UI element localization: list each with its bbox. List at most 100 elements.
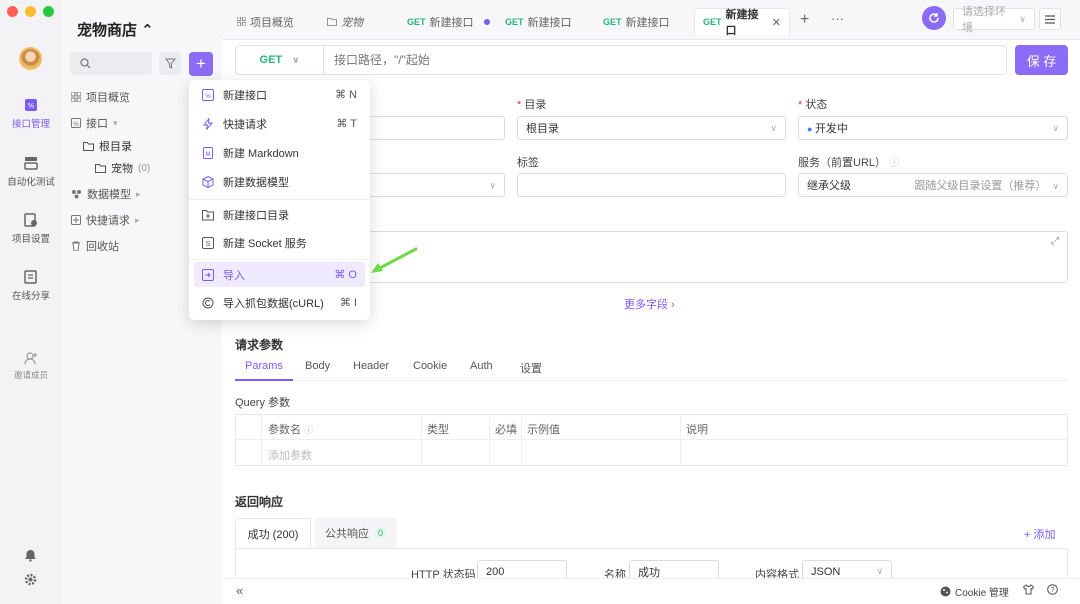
menu-item-new-markdown[interactable]: M 新建 Markdown	[194, 140, 365, 165]
url-path-input[interactable]	[334, 53, 934, 67]
tab-pets[interactable]: 宠物	[327, 8, 363, 35]
filter-button[interactable]	[159, 52, 181, 75]
tab-new-api-1[interactable]: GET 新建接口	[407, 8, 490, 35]
cookie-manager-button[interactable]: Cookie 管理	[940, 584, 1009, 599]
tree-item-models[interactable]: 数据模型 ▸	[71, 186, 141, 202]
tab-new-api-3[interactable]: GET 新建接口	[603, 8, 670, 35]
menu-item-new-socket[interactable]: S 新建 Socket 服务	[194, 230, 365, 255]
method-select[interactable]: GET ∨	[236, 46, 324, 74]
menu-separator	[189, 259, 370, 260]
name-field[interactable]	[355, 116, 505, 140]
nav-project-settings[interactable]: 项目设置	[0, 213, 62, 245]
add-param-input[interactable]: 添加参数	[268, 447, 312, 463]
divider	[235, 380, 1068, 381]
save-button[interactable]: 保 存	[1015, 45, 1068, 75]
dir-label: * 目录	[517, 99, 547, 111]
tab-settings[interactable]: 设置	[520, 360, 542, 376]
tab-response-success[interactable]: 成功 (200)	[235, 518, 311, 548]
tab-label: 宠物	[341, 16, 363, 29]
tree-label: 数据模型	[87, 189, 131, 201]
column-header: 参数名 ⓘ	[268, 424, 314, 436]
tree-search-input[interactable]	[70, 52, 152, 75]
folder-icon	[83, 142, 94, 151]
method-badge: GET	[505, 16, 524, 27]
api-doc-icon: %	[202, 88, 214, 101]
import-icon	[202, 268, 214, 281]
tab-new-api-2[interactable]: GET 新建接口	[505, 8, 572, 35]
menu-item-import[interactable]: 导入 ⌘ O	[194, 262, 365, 287]
folder-icon	[327, 17, 337, 26]
more-tabs-icon[interactable]: ···	[831, 11, 844, 26]
env-select[interactable]: 请选择环境 ∨	[953, 6, 1035, 34]
new-tab-plus-icon[interactable]: +	[800, 11, 809, 29]
chevron-down-icon: ∨	[292, 54, 300, 65]
column-header: 示例值	[527, 424, 560, 436]
tags-input[interactable]	[517, 173, 786, 197]
service-select[interactable]: 继承父级 跟随父级目录设置（推荐） ∨	[798, 173, 1068, 197]
help-icon[interactable]: ?	[1047, 584, 1058, 595]
tab-response-common[interactable]: 公共响应 0	[314, 518, 397, 548]
column-header: 必填	[495, 424, 517, 436]
avatar[interactable]	[19, 47, 42, 70]
dir-select[interactable]: 根目录 ∨	[517, 116, 786, 140]
tree-item-api[interactable]: % 接口 ▾	[71, 115, 118, 131]
menu-item-new-folder[interactable]: 新建接口目录	[194, 202, 365, 227]
tab-auth[interactable]: Auth	[470, 360, 493, 372]
nav-invite[interactable]: 邀请成员	[0, 351, 62, 381]
minimize-window-button[interactable]	[25, 6, 36, 17]
tree-label: 回收站	[86, 241, 119, 253]
menu-item-quick-request[interactable]: 快捷请求 ⌘ T	[194, 111, 365, 136]
svg-text:S: S	[206, 241, 211, 248]
close-icon[interactable]: ✕	[772, 16, 781, 29]
menu-item-import-curl[interactable]: 导入抓包数据(cURL) ⌘ I	[194, 290, 365, 315]
add-response-button[interactable]: + 添加	[1024, 526, 1055, 542]
tab-new-api-active[interactable]: GET 新建接口 ✕	[694, 8, 790, 37]
query-params-title: Query 参数	[235, 397, 291, 409]
chevron-down-icon: ∨	[876, 566, 883, 576]
maximize-window-button[interactable]	[43, 6, 54, 17]
method-badge: GET	[407, 16, 426, 27]
tab-label: 项目概览	[250, 16, 294, 29]
env-menu-button[interactable]	[1039, 8, 1061, 30]
more-fields-link[interactable]: 更多字段 ›	[624, 296, 675, 312]
tree-item-trash[interactable]: 回收站	[71, 238, 119, 254]
sync-button[interactable]	[922, 6, 946, 30]
status-dot-icon: ●	[807, 124, 815, 134]
description-textarea[interactable]: ⤢	[355, 231, 1068, 283]
status-label: * 状态	[798, 99, 828, 111]
sync-icon	[929, 13, 939, 23]
tab-body[interactable]: Body	[305, 360, 330, 372]
tab-overview[interactable]: 项目概览	[237, 8, 294, 35]
method-label: GET	[259, 54, 283, 66]
close-window-button[interactable]	[7, 6, 18, 17]
tree-item-pets[interactable]: 宠物 (0)	[95, 160, 150, 176]
help-icon: ⓘ	[889, 158, 900, 169]
add-button[interactable]: +	[189, 52, 213, 76]
nav-label: 邀请成员	[13, 370, 48, 380]
tree-item-overview[interactable]: 项目概览	[71, 89, 130, 105]
nav-auto-test[interactable]: 自动化测试	[0, 156, 62, 188]
chevron-down-icon: ∨	[489, 179, 496, 190]
menu-item-new-api[interactable]: % 新建接口 ⌘ N	[194, 82, 365, 107]
owner-select[interactable]: ∨	[355, 173, 505, 197]
tab-header[interactable]: Header	[353, 360, 389, 372]
collapse-sidebar-icon[interactable]: «	[236, 583, 243, 598]
chevron-down-icon: ∨	[1052, 122, 1059, 133]
gear-icon[interactable]	[24, 573, 37, 586]
cubes-icon	[72, 190, 81, 199]
tab-cookie[interactable]: Cookie	[413, 360, 447, 372]
notification-bell-icon[interactable]	[24, 549, 37, 562]
nav-api-management[interactable]: % 接口管理	[0, 98, 62, 130]
shirt-icon[interactable]	[1023, 584, 1034, 595]
tree-item-root[interactable]: 根目录	[83, 138, 132, 154]
col-divider	[261, 414, 262, 466]
menu-item-new-model[interactable]: 新建数据模型	[194, 169, 365, 194]
tree-item-quick[interactable]: 快捷请求 ▸	[71, 212, 140, 228]
status-select[interactable]: ● 开发中 ∨	[798, 116, 1068, 140]
dir-value: 根目录	[526, 123, 559, 135]
method-badge: GET	[603, 16, 622, 27]
expand-icon[interactable]: ⤢	[1051, 236, 1059, 247]
nav-share[interactable]: 在线分享	[0, 270, 62, 302]
tab-params[interactable]: Params	[235, 360, 293, 381]
project-name[interactable]: 宠物商店 ⌃	[77, 19, 154, 40]
